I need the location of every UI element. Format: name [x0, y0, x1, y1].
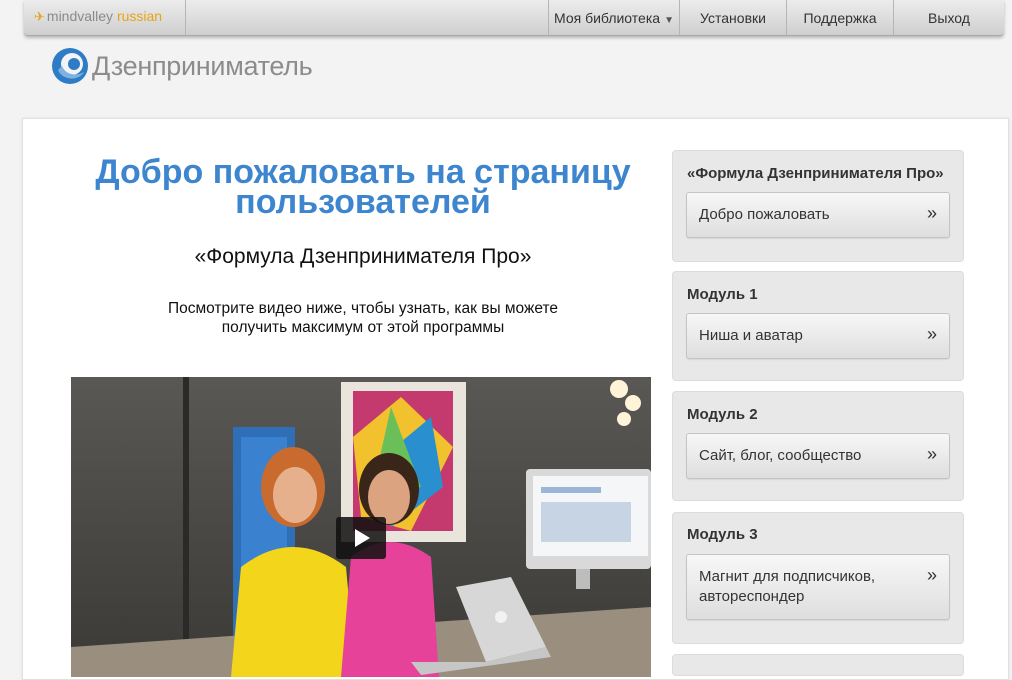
menu-item-welcome-label: Добро пожаловать — [699, 206, 830, 223]
menu-item-lead-magnet[interactable]: Магнит для подписчиков, автореспондер » — [686, 554, 950, 620]
menu-item-niche-avatar-label: Ниша и аватар — [699, 327, 803, 344]
bird-icon: ✈ — [34, 9, 45, 24]
sidebar-box-module-1: Модуль 1 Ниша и аватар » — [672, 271, 964, 381]
chevron-right-icon: » — [926, 565, 937, 585]
sidebar-box-next — [672, 654, 964, 676]
swirl-logo-icon — [52, 48, 88, 84]
dropdown-caret-icon: ▼ — [664, 15, 674, 26]
video-instructions-line2: получить максимум от этой программы — [221, 319, 505, 336]
chevron-right-icon: » — [926, 324, 937, 344]
video-instructions: Посмотрите видео ниже, чтобы узнать, как… — [113, 299, 613, 337]
menu-item-welcome[interactable]: Добро пожаловать » — [686, 192, 950, 238]
menu-item-lead-magnet-label: Магнит для подписчиков, автореспондер — [699, 567, 909, 607]
main-nav: Моя библиотека ▼ Установки Поддержка Выхо… — [548, 0, 1004, 35]
menu-item-lead-magnet-line2: автореспондер — [699, 588, 805, 605]
site-logo[interactable]: Дзенприниматель — [50, 44, 313, 88]
nav-logout[interactable]: Выход — [893, 0, 1004, 35]
brand-logo-link[interactable]: ✈ mindvalley russian — [24, 0, 186, 35]
play-button[interactable] — [336, 517, 386, 559]
sidebar-box-module-2: Модуль 2 Сайт, блог, сообщество » — [672, 391, 964, 501]
nav-support[interactable]: Поддержка — [786, 0, 893, 35]
menu-item-site-blog-label: Сайт, блог, сообщество — [699, 447, 862, 464]
menu-item-lead-magnet-line1: Магнит для подписчиков, — [699, 568, 876, 585]
sidebar-box-module-3: Модуль 3 Магнит для подписчиков, авторес… — [672, 512, 964, 644]
brand-accent: russian — [116, 8, 163, 24]
page-title: Добро пожаловать на страницу пользовател… — [83, 155, 643, 219]
nav-my-library-label: Моя библиотека — [554, 10, 661, 26]
logo-text: Дзенприниматель — [92, 50, 313, 81]
top-navigation-bar: ✈ mindvalley russian Моя библиотека ▼ Уста… — [24, 0, 1004, 36]
page-title-line2: пользователей — [235, 183, 491, 221]
intro-video-player[interactable] — [71, 377, 651, 677]
chevron-right-icon: » — [926, 444, 937, 464]
sidebar-heading-module-2: Модуль 2 — [687, 406, 758, 423]
course-title: «Формула Дзенпринимателя Про» — [194, 245, 532, 268]
nav-settings[interactable]: Установки — [679, 0, 786, 35]
chevron-right-icon: » — [926, 203, 937, 223]
mindvalley-logo: ✈ mindvalley russian — [34, 8, 162, 25]
menu-item-site-blog[interactable]: Сайт, блог, сообщество » — [686, 433, 950, 479]
sidebar-heading-course: «Формула Дзенпринимателя Про» — [687, 165, 944, 182]
sidebar-heading-module-1: Модуль 1 — [687, 286, 758, 303]
nav-my-library[interactable]: Моя библиотека ▼ — [548, 0, 679, 35]
brand-main: mindvalley — [46, 8, 114, 24]
sidebar-heading-module-3: Модуль 3 — [687, 526, 758, 543]
video-instructions-line1: Посмотрите видео ниже, чтобы узнать, как… — [167, 300, 559, 317]
sidebar-box-course: «Формула Дзенпринимателя Про» Добро пожа… — [672, 150, 964, 262]
menu-item-niche-avatar[interactable]: Ниша и аватар » — [686, 313, 950, 359]
